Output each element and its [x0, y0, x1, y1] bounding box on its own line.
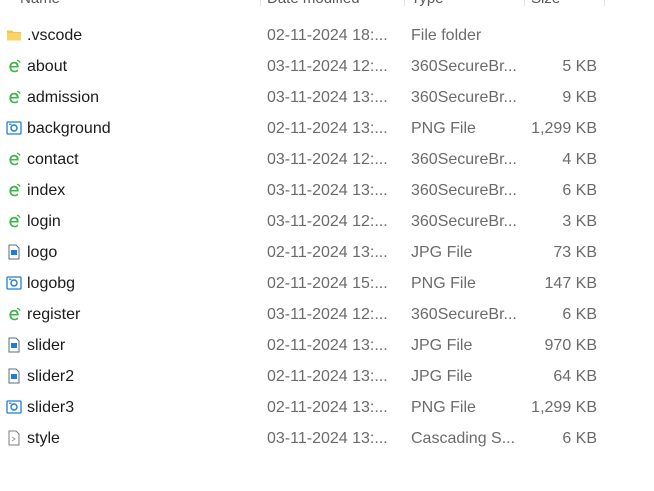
file-size: 64 KB: [553, 368, 597, 385]
file-date-modified: 03-11-2024 12:...: [267, 213, 388, 230]
file-name: style: [27, 430, 60, 447]
image-jpg-icon: [6, 244, 22, 260]
file-date-modified: 03-11-2024 13:...: [267, 89, 388, 106]
file-row[interactable]: logobg 02-11-2024 15:... PNG File 147 KB: [0, 268, 654, 299]
file-size: 5 KB: [562, 58, 597, 75]
file-name: slider3: [27, 399, 75, 416]
file-date-modified: 02-11-2024 13:...: [267, 337, 388, 354]
image-png-icon: [6, 275, 22, 291]
file-type: JPG File: [411, 368, 473, 385]
file-name: about: [27, 58, 68, 75]
file-row[interactable]: contact 03-11-2024 12:... 360SecureBr... 4 …: [0, 144, 654, 175]
file-date-modified: 03-11-2024 12:...: [267, 58, 388, 75]
file-size: 9 KB: [562, 89, 597, 106]
file-name: logobg: [27, 275, 76, 292]
file-row[interactable]: index 03-11-2024 13:... 360SecureBr... 6 KB: [0, 175, 654, 206]
css-file-icon: [6, 430, 22, 446]
file-name: slider2: [27, 368, 75, 385]
file-type: 360SecureBr...: [411, 306, 517, 323]
file-type: JPG File: [411, 337, 473, 354]
file-name: background: [27, 120, 111, 137]
file-row[interactable]: logo 02-11-2024 13:... JPG File 73 KB: [0, 237, 654, 268]
file-size: [525, 20, 597, 51]
file-size: 4 KB: [562, 151, 597, 168]
file-size: 970 KB: [544, 337, 597, 354]
file-date-modified: 02-11-2024 18:...: [267, 27, 388, 44]
file-type: 360SecureBr...: [411, 58, 517, 75]
file-type: 360SecureBr...: [411, 151, 517, 168]
file-row[interactable]: .vscode 02-11-2024 18:... File folder: [0, 20, 654, 51]
file-list: .vscode 02-11-2024 18:... File folder about…: [0, 20, 654, 454]
file-row[interactable]: register 03-11-2024 12:... 360SecureBr... 6…: [0, 299, 654, 330]
file-type: 360SecureBr...: [411, 213, 517, 230]
file-date-modified: 02-11-2024 13:...: [267, 399, 388, 416]
file-row[interactable]: about 03-11-2024 12:... 360SecureBr... 5 KB: [0, 51, 654, 82]
file-name: logo: [27, 244, 58, 261]
file-row[interactable]: slider3 02-11-2024 13:... PNG File 1,299 KB: [0, 392, 654, 423]
browser-html-icon: [6, 151, 22, 167]
column-header-name[interactable]: Name: [14, 0, 254, 14]
image-png-icon: [6, 120, 22, 136]
file-type: 360SecureBr...: [411, 89, 517, 106]
file-size: 6 KB: [562, 430, 597, 447]
file-date-modified: 02-11-2024 13:...: [267, 368, 388, 385]
column-header-type[interactable]: Type: [405, 0, 520, 14]
column-header-date[interactable]: Date modified: [261, 0, 401, 14]
image-png-icon: [6, 399, 22, 415]
file-size: 6 KB: [562, 306, 597, 323]
folder-icon: [6, 27, 22, 43]
file-size: 73 KB: [553, 244, 597, 261]
file-type: JPG File: [411, 244, 473, 261]
file-size: 6 KB: [562, 182, 597, 199]
file-type: 360SecureBr...: [411, 182, 517, 199]
file-row[interactable]: admission 03-11-2024 13:... 360SecureBr...…: [0, 82, 654, 113]
file-name: contact: [27, 151, 79, 168]
browser-html-icon: [6, 306, 22, 322]
file-size: 1,299 KB: [531, 399, 597, 416]
browser-html-icon: [6, 182, 22, 198]
browser-html-icon: [6, 58, 22, 74]
file-row[interactable]: slider 02-11-2024 13:... JPG File 970 KB: [0, 330, 654, 361]
file-type: PNG File: [411, 275, 476, 292]
file-type: PNG File: [411, 120, 476, 137]
file-type: File folder: [411, 27, 482, 44]
column-header-size[interactable]: Size: [525, 0, 600, 14]
file-row[interactable]: login 03-11-2024 12:... 360SecureBr... 3 KB: [0, 206, 654, 237]
file-name: .vscode: [27, 27, 83, 44]
image-jpg-icon: [6, 368, 22, 384]
file-type: Cascading S...: [411, 430, 516, 447]
file-name: slider: [27, 337, 66, 354]
column-header: Name Date modified Type Size: [0, 0, 654, 14]
file-date-modified: 03-11-2024 13:...: [267, 182, 388, 199]
file-row[interactable]: slider2 02-11-2024 13:... JPG File 64 KB: [0, 361, 654, 392]
file-date-modified: 03-11-2024 13:...: [267, 430, 388, 447]
browser-html-icon: [6, 213, 22, 229]
browser-html-icon: [6, 89, 22, 105]
file-size: 1,299 KB: [531, 120, 597, 137]
file-size: 3 KB: [562, 213, 597, 230]
image-jpg-icon: [6, 337, 22, 353]
file-date-modified: 02-11-2024 13:...: [267, 120, 388, 137]
file-date-modified: 03-11-2024 12:...: [267, 151, 388, 168]
file-row[interactable]: style 03-11-2024 13:... Cascading S... 6 KB: [0, 423, 654, 454]
file-type: PNG File: [411, 399, 476, 416]
file-name: login: [27, 213, 61, 230]
file-name: index: [27, 182, 66, 199]
file-date-modified: 02-11-2024 15:...: [267, 275, 388, 292]
file-date-modified: 02-11-2024 13:...: [267, 244, 388, 261]
file-date-modified: 03-11-2024 12:...: [267, 306, 388, 323]
file-row[interactable]: background 02-11-2024 13:... PNG File 1,299…: [0, 113, 654, 144]
file-size: 147 KB: [544, 275, 597, 292]
column-divider[interactable]: [604, 0, 605, 6]
file-name: admission: [27, 89, 100, 106]
file-name: register: [27, 306, 81, 323]
